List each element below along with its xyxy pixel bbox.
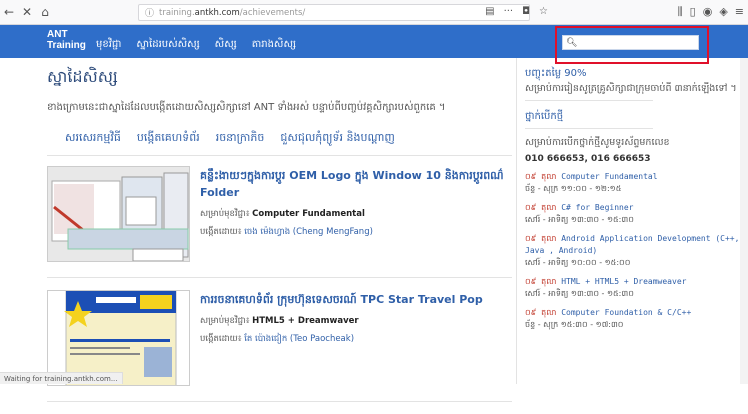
account-icon[interactable]: ◉	[703, 5, 713, 19]
library-icon[interactable]: ⫼	[678, 5, 683, 19]
sidebar-icon[interactable]: ▯	[690, 5, 696, 19]
article-subject: Computer Fundamental	[252, 209, 365, 219]
schedule-date: ០៩ តុលា	[525, 234, 557, 243]
author-label: បង្កើតដោយ៖	[200, 227, 242, 237]
schedule-course[interactable]: C# for Beginner	[561, 203, 633, 212]
schedule-item[interactable]: ០៩ តុលា Computer Foundation & C/C++ ច័ន្…	[525, 307, 748, 331]
back-icon[interactable]: ←	[0, 3, 18, 21]
brand-line1: ANT	[47, 29, 68, 40]
scrollbar[interactable]	[740, 58, 748, 384]
subject-label: សម្រាប់មុខវិជ្ជា៖	[200, 316, 250, 326]
article-title[interactable]: ការរចនាគេហទំព័រ ក្រុមហ៊ុនទេសចរណ៍ TPC Sta…	[200, 291, 483, 308]
address-bar[interactable]: ⓘ training. antkh.com/achievements/	[138, 4, 530, 21]
article-author[interactable]: តែ ប៉ោងជៀក (Teo Paocheak)	[244, 334, 354, 344]
schedule-course[interactable]: Computer Foundation & C/C++	[561, 308, 691, 317]
menu-item-subjects[interactable]: មុខវិជ្ជា	[96, 37, 121, 52]
schedule-course[interactable]: Android Application Development (C++, Ja…	[525, 234, 739, 255]
category-repair[interactable]: ជួសជុលកុំព្យូទ័រ និងបណ្តាញ	[280, 131, 394, 147]
phone-number: 010 666653, 016 666653	[525, 154, 651, 164]
url-host: antkh.com	[194, 7, 240, 18]
schedule-item[interactable]: ០៩ តុលា C# for Beginner សៅរ៍ - អាទិត្យ ១…	[525, 202, 748, 226]
new-class-text: សម្រាប់ការបើកថ្នាក់ថ្មីសូមទូរស័ព្ទមកលេខ	[525, 137, 670, 148]
url-prefix: training.	[159, 7, 195, 18]
reader-icon[interactable]: ▤	[485, 6, 494, 17]
schedule-course[interactable]: HTML + HTML5 + Dreamweaver	[561, 277, 686, 286]
extension-icon[interactable]: ◈	[719, 5, 727, 19]
sidebar: បញ្ចុះតម្លៃ 90% សម្រាប់ការរៀនសូត្រគ្រូសិ…	[516, 58, 748, 384]
divider	[525, 128, 653, 129]
schedule-date: ០៩ តុលា	[525, 172, 557, 181]
menu-item-achievements[interactable]: ស្នាដៃរបស់សិស្ស	[136, 37, 199, 52]
schedule-date: ០៩ តុលា	[525, 277, 557, 286]
schedule-item[interactable]: ០៩ តុលា Computer Fundamental ច័ន្ទ - សុក…	[525, 171, 748, 195]
category-graphic[interactable]: រចនាក្រាភិច	[216, 131, 265, 147]
more-icon[interactable]: ···	[504, 6, 514, 17]
article-thumbnail[interactable]	[47, 166, 190, 262]
stop-icon[interactable]: ✕	[18, 3, 36, 21]
pocket-icon[interactable]: ◘	[522, 6, 530, 17]
info-icon[interactable]: ⓘ	[145, 6, 154, 19]
subject-label: សម្រាប់មុខវិជ្ជា៖	[200, 209, 250, 219]
new-class-title: ថ្នាក់បើកថ្មី	[525, 111, 564, 122]
schedule-date: ០៩ តុលា	[525, 308, 557, 317]
article-author[interactable]: ចេង ម៉េងហ្វាង (Cheng MengFang)	[244, 227, 373, 237]
schedule-time: ច័ន្ទ - សុក្រ ១១:០០ - ១២:១៥	[525, 184, 622, 193]
discount-text: សម្រាប់ការរៀនសូត្រគ្រូសិក្សាជាក្រុមចាប់ព…	[525, 83, 737, 94]
schedule-item[interactable]: ០៩ តុលា HTML + HTML5 + Dreamweaver សៅរ៍ …	[525, 276, 748, 300]
bookmark-star-icon[interactable]: ☆	[539, 6, 548, 17]
schedule-item[interactable]: ០៩ តុលា Android Application Development …	[525, 233, 748, 269]
main-content: ស្នាដៃសិស្ស ខាងក្រោមនេះជាស្នាដៃដែលបង្កើត…	[47, 66, 512, 414]
author-label: បង្កើតដោយ៖	[200, 334, 242, 344]
schedule-course[interactable]: Computer Fundamental	[561, 172, 657, 181]
schedule-time: សៅរ៍ - អាទិត្យ ១០:០០ - ១៥:០០	[525, 258, 631, 267]
brand-line2: Training	[47, 40, 86, 51]
article-item: គន្លឹះងាយៗក្នុងការប្តូរ OEM Logo ក្នុង W…	[47, 166, 512, 278]
category-tabs: សរសេរកម្មវិធី បង្កើតគេហទំព័រ រចនាក្រាភិច…	[47, 131, 512, 147]
status-bar: Waiting for training.antkh.com...	[0, 372, 123, 384]
schedule-time: សៅរ៍ - អាទិត្យ ១៣:៣០ - ១៥:៣០	[525, 289, 634, 298]
home-icon[interactable]: ⌂	[36, 3, 54, 21]
divider	[525, 100, 653, 101]
site-logo[interactable]: ANT Training	[47, 29, 86, 51]
menu-item-students[interactable]: សិស្ស	[215, 37, 237, 52]
schedule-date: ០៩ តុលា	[525, 203, 557, 212]
schedule-time: ច័ន្ទ - សុក្រ ១៥:៣០ - ១៧:៣០	[525, 320, 624, 329]
article-item: ការរចនាគេហទំព័រ ក្រុមហ៊ុនទេសចរណ៍ TPC Sta…	[47, 290, 512, 402]
page-description: ខាងក្រោមនេះជាស្នាដៃដែលបង្កើតដោយសិស្សសិក្…	[47, 102, 446, 113]
discount-title: បញ្ចុះតម្លៃ 90%	[525, 68, 587, 79]
article-subject: HTML5 + Dreamwaver	[252, 316, 359, 326]
category-programming[interactable]: សរសេរកម្មវិធី	[65, 131, 121, 147]
url-path: /achievements/	[239, 7, 306, 18]
article-title[interactable]: គន្លឹះងាយៗក្នុងការប្តូរ OEM Logo ក្នុង W…	[200, 167, 512, 201]
page-title: ស្នាដៃសិស្ស	[47, 67, 118, 86]
menu-icon[interactable]: ≡	[735, 5, 744, 19]
category-web[interactable]: បង្កើតគេហទំព័រ	[137, 131, 200, 147]
browser-toolbar: ← ✕ ⌂ ⓘ training. antkh.com/achievements/…	[0, 0, 748, 25]
divider	[47, 155, 512, 156]
schedule-time: សៅរ៍ - អាទិត្យ ១៣:៣០ - ១៥:៣០	[525, 215, 634, 224]
menu-item-schedule[interactable]: តារាងសិស្ស	[252, 37, 296, 52]
